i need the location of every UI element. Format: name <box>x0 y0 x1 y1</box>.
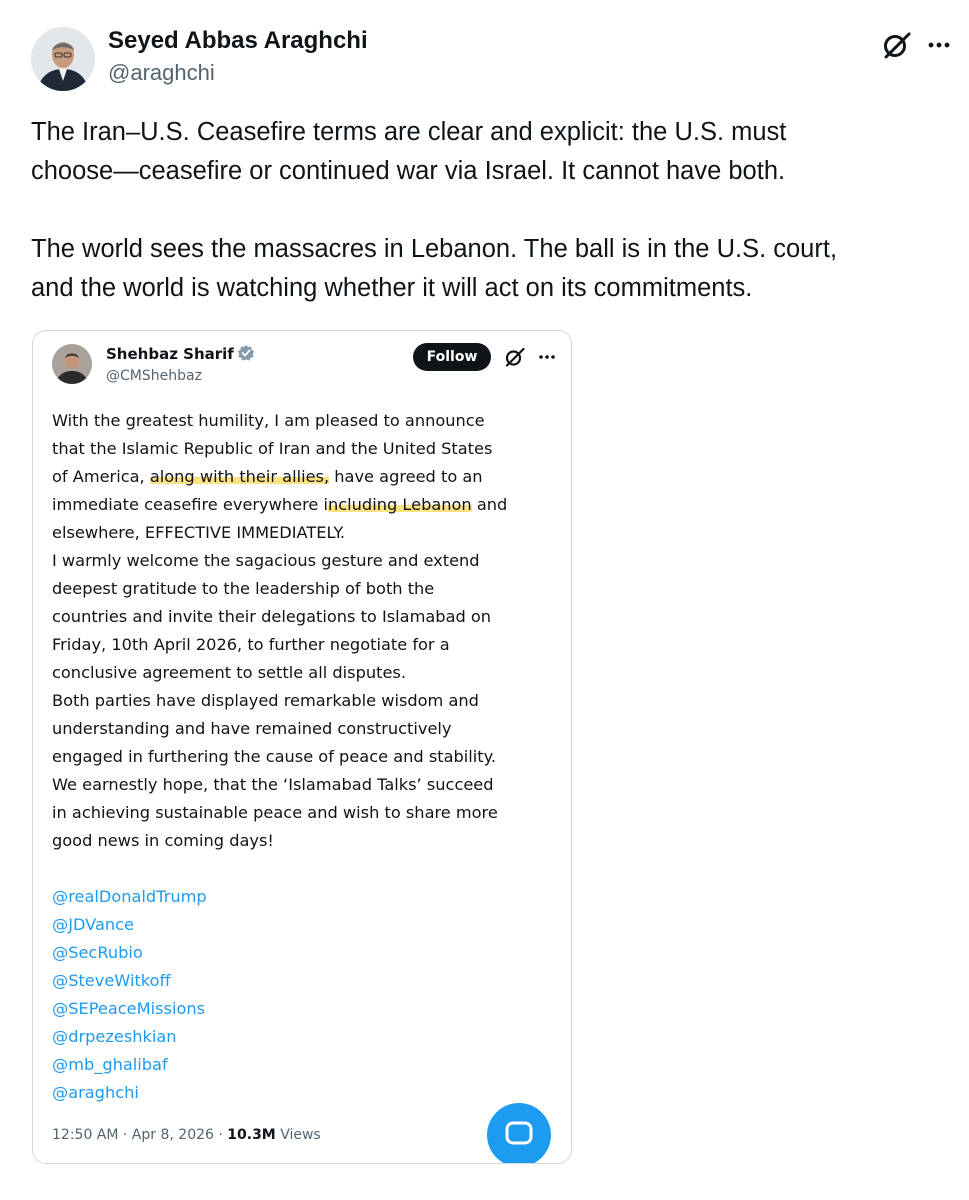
quoted-author-handle[interactable]: @CMShehbaz <box>106 368 202 384</box>
views-count: 10.3M <box>227 1127 276 1143</box>
message-icon <box>505 1121 533 1145</box>
quoted-text-line: countries and invite their delegations t… <box>52 607 492 626</box>
quoted-text-line: conclusive agreement to settle all dispu… <box>52 663 406 682</box>
mention-link[interactable]: @realDonaldTrump <box>52 883 562 911</box>
quoted-author-avatar[interactable] <box>52 344 92 384</box>
views-label: Views <box>275 1127 321 1143</box>
compose-fab-button[interactable] <box>487 1103 551 1163</box>
post-text-line: The world sees the massacres in Lebanon.… <box>31 235 838 263</box>
post-text-line: and the world is watching whether it wil… <box>31 274 753 302</box>
more-dots-icon[interactable] <box>535 345 559 369</box>
post-text: The Iran–U.S. Ceasefire terms are clear … <box>31 113 951 308</box>
quoted-text-line: understanding and have remained construc… <box>52 719 452 738</box>
quoted-text-line: that the Islamic Republic of Iran and th… <box>52 439 493 458</box>
quoted-text-line: in achieving sustainable peace and wish … <box>52 803 498 822</box>
mention-link[interactable]: @drpezeshkian <box>52 1023 562 1051</box>
quoted-post-text: With the greatest humility, I am pleased… <box>52 407 562 1107</box>
post-metadata: 12:50 AM · Apr 8, 2026 · 10.3M Views <box>52 1127 321 1143</box>
grok-icon[interactable] <box>503 345 527 369</box>
author-name[interactable]: Seyed Abbas Araghchi <box>108 27 368 55</box>
more-dots-icon[interactable] <box>922 28 956 62</box>
quoted-text-line: I warmly welcome the sagacious gesture a… <box>52 551 480 570</box>
mention-link[interactable]: @SEPeaceMissions <box>52 995 562 1023</box>
quoted-text-line: elsewhere, EFFECTIVE IMMEDIATELY. <box>52 523 346 542</box>
text-segment: have agreed to an <box>329 467 483 486</box>
quoted-text-line: good news in coming days! <box>52 831 274 850</box>
quoted-text-line: immediate ceasefire everywhere including… <box>52 491 562 519</box>
mention-link[interactable]: @SteveWitkoff <box>52 967 562 995</box>
quoted-text-line: engaged in furthering the cause of peace… <box>52 747 497 766</box>
author-avatar[interactable] <box>31 27 95 91</box>
highlighted-text: along with their allies, <box>149 467 330 486</box>
post-text-line: The Iran–U.S. Ceasefire terms are clear … <box>31 118 787 146</box>
follow-button[interactable]: Follow <box>413 343 491 371</box>
author-handle[interactable]: @araghchi <box>108 60 215 86</box>
quoted-author-name-text: Shehbaz Sharif <box>106 345 234 363</box>
quoted-text-line: With the greatest humility, I am pleased… <box>52 411 485 430</box>
grok-icon[interactable] <box>880 28 914 62</box>
quoted-text-line: of America, along with their allies, hav… <box>52 463 562 491</box>
text-segment: and <box>471 495 508 514</box>
highlighted-text: ncluding Lebanon <box>328 495 472 514</box>
mention-link[interactable]: @mb_ghalibaf <box>52 1051 562 1079</box>
verified-badge-icon <box>237 345 254 361</box>
avatar-photo <box>52 344 92 384</box>
mention-link[interactable]: @JDVance <box>52 911 562 939</box>
quoted-text-line: We earnestly hope, that the ‘Islamabad T… <box>52 775 494 794</box>
avatar-photo <box>31 27 95 91</box>
text-segment: of America, <box>52 467 150 486</box>
mention-link[interactable]: @SecRubio <box>52 939 562 967</box>
post-text-line: choose—ceasefire or continued war via Is… <box>31 157 786 185</box>
post-timestamp[interactable]: 12:50 AM · Apr 8, 2026 · <box>52 1127 227 1143</box>
text-segment: immediate ceasefire everywhere i <box>52 495 329 514</box>
mention-link[interactable]: @araghchi <box>52 1079 562 1107</box>
quoted-post-card[interactable]: Shehbaz Sharif @CMShehbaz Follow With th… <box>32 330 572 1164</box>
quoted-author-name[interactable]: Shehbaz Sharif <box>106 344 255 363</box>
quoted-text-line: Friday, 10th April 2026, to further nego… <box>52 635 450 654</box>
quoted-text-line: Both parties have displayed remarkable w… <box>52 691 479 710</box>
quoted-text-line: deepest gratitude to the leadership of b… <box>52 579 435 598</box>
